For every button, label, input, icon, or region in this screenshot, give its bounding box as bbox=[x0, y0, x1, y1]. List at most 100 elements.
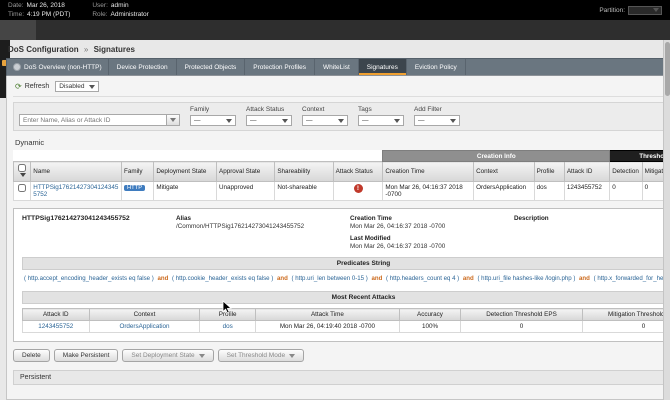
attack-id-link[interactable]: 1243455752 bbox=[38, 323, 73, 330]
add-filter-label: Add Filter bbox=[414, 106, 460, 113]
tab-label: Device Protection bbox=[117, 64, 168, 71]
col-creation-time[interactable]: Creation Time bbox=[383, 162, 474, 182]
refresh-mode-select[interactable]: Disabled bbox=[55, 81, 99, 92]
refresh-button[interactable]: ⟳ Refresh bbox=[15, 82, 49, 91]
role-value: Administrator bbox=[111, 11, 149, 18]
predicate-expression: ( http.uri_len between 0-15 ) bbox=[292, 275, 368, 282]
breadcrumb-root[interactable]: DoS Configuration bbox=[8, 45, 79, 54]
signature-name-link[interactable]: HTTPSig176214273041243455752 bbox=[33, 184, 118, 198]
vertical-scrollbar[interactable] bbox=[663, 40, 670, 400]
attack-profile-link[interactable]: dos bbox=[223, 323, 233, 330]
tab-device-protection[interactable]: Device Protection bbox=[109, 59, 177, 75]
atk-col-detection-eps[interactable]: Detection Threshold EPS bbox=[461, 309, 583, 321]
profile-cell: dos bbox=[534, 182, 564, 201]
tab-whitelist[interactable]: WhiteList bbox=[315, 59, 359, 75]
col-context[interactable]: Context bbox=[474, 162, 534, 182]
tab-signatures[interactable]: Signatures bbox=[359, 59, 407, 75]
atk-col-accuracy[interactable]: Accuracy bbox=[400, 309, 461, 321]
col-profile[interactable]: Profile bbox=[534, 162, 564, 182]
attack-status-select[interactable]: — bbox=[246, 115, 292, 126]
atk-col-profile[interactable]: Profile bbox=[200, 309, 255, 321]
delete-button[interactable]: Delete bbox=[13, 349, 50, 362]
set-deployment-state-button[interactable]: Set Deployment State bbox=[122, 349, 213, 362]
signature-row[interactable]: HTTPSig176214273041243455752 HTTP Mitiga… bbox=[14, 182, 670, 201]
col-name[interactable]: Name bbox=[31, 162, 122, 182]
tab-label: Protected Objects bbox=[185, 64, 237, 71]
atk-profile-cell: dos bbox=[200, 321, 255, 333]
date-label: Date: bbox=[8, 2, 24, 9]
tab-dos-overview[interactable]: DoS Overview (non-HTTP) bbox=[7, 59, 109, 75]
filter-funnel-button[interactable] bbox=[167, 114, 180, 126]
predicate-expression: ( http.uri_file hashes-like /login.php ) bbox=[477, 275, 575, 282]
col-attack-status[interactable]: Attack Status bbox=[333, 162, 383, 182]
col-approval-state[interactable]: Approval State bbox=[217, 162, 275, 182]
tags-select[interactable]: — bbox=[358, 115, 404, 126]
attack-row[interactable]: 1243455752 OrdersApplication dos Mon Mar… bbox=[23, 321, 670, 333]
filter-bar: Family — Attack Status — Context — Tags … bbox=[13, 102, 670, 131]
partition-select[interactable] bbox=[628, 6, 662, 15]
predicate-expression: ( http.accept_encoding_header_exists eq … bbox=[24, 275, 154, 282]
funnel-icon bbox=[170, 118, 176, 122]
filter-tags-label: Tags bbox=[358, 106, 404, 113]
sort-desc-icon[interactable] bbox=[20, 173, 26, 177]
chevron-down-icon bbox=[394, 119, 400, 123]
creation-time-label: Creation Time bbox=[350, 215, 510, 222]
make-persistent-button[interactable]: Make Persistent bbox=[54, 349, 119, 362]
dynamic-section-title: Dynamic bbox=[15, 138, 670, 147]
atk-col-mitigation-eps[interactable]: Mitigation Threshold EPS bbox=[582, 309, 670, 321]
atk-col-attack-id[interactable]: Attack ID bbox=[23, 309, 90, 321]
scrollbar-thumb[interactable] bbox=[665, 42, 670, 96]
chevron-down-icon bbox=[226, 119, 232, 123]
tab-protection-profiles[interactable]: Protection Profiles bbox=[245, 59, 315, 75]
col-family[interactable]: Family bbox=[121, 162, 153, 182]
attack-id-cell: 1243455752 bbox=[564, 182, 609, 201]
http-family-badge: HTTP bbox=[124, 185, 145, 191]
family-select[interactable]: — bbox=[190, 115, 236, 126]
partition-selector[interactable]: Partition: bbox=[599, 6, 662, 15]
filter-context: Context — bbox=[302, 106, 348, 126]
set-threshold-mode-label: Set Threshold Mode bbox=[227, 352, 285, 359]
atk-col-context[interactable]: Context bbox=[89, 309, 200, 321]
tab-protected-objects[interactable]: Protected Objects bbox=[177, 59, 246, 75]
tab-label: Protection Profiles bbox=[253, 64, 306, 71]
user-label: User: bbox=[92, 2, 108, 9]
atk-mitigation-eps-cell: 0 bbox=[582, 321, 670, 333]
date-value: Mar 26, 2018 bbox=[27, 2, 65, 9]
col-shareability[interactable]: Shareability bbox=[275, 162, 333, 182]
description-label: Description bbox=[514, 215, 670, 222]
add-filter-select[interactable]: — bbox=[414, 115, 460, 126]
tags-select-value: — bbox=[362, 117, 369, 124]
col-deployment-state[interactable]: Deployment State bbox=[154, 162, 217, 182]
context-select[interactable]: — bbox=[302, 115, 348, 126]
user-info: User:admin Role:Administrator bbox=[92, 1, 148, 19]
tab-eviction-policy[interactable]: Eviction Policy bbox=[407, 59, 466, 75]
datetime-info: Date:Mar 26, 2018 Time:4:19 PM (PDT) bbox=[8, 1, 70, 19]
deployment-state-cell: Mitigate bbox=[154, 182, 217, 201]
dos-overview-icon bbox=[13, 63, 21, 71]
context-select-value: — bbox=[306, 117, 313, 124]
col-attack-id[interactable]: Attack ID bbox=[564, 162, 609, 182]
signature-detail-panel: HTTPSig176214273041243455752 Alias /Comm… bbox=[13, 208, 670, 342]
search-input[interactable] bbox=[19, 114, 167, 126]
attack-status-cell: ! bbox=[333, 182, 383, 201]
tab-label: WhiteList bbox=[323, 64, 350, 71]
detail-description: Description bbox=[514, 215, 670, 251]
row-select-cell bbox=[14, 182, 31, 201]
tab-label: DoS Overview (non-HTTP) bbox=[24, 64, 102, 71]
tab-bar: DoS Overview (non-HTTP) Device Protectio… bbox=[6, 58, 670, 76]
breadcrumb-current: Signatures bbox=[94, 45, 135, 54]
select-all-checkbox[interactable] bbox=[18, 164, 26, 172]
attack-context-link[interactable]: OrdersApplication bbox=[119, 323, 169, 330]
predicate-operator: and bbox=[371, 275, 382, 282]
chevron-down-icon bbox=[653, 8, 659, 12]
set-threshold-mode-button[interactable]: Set Threshold Mode bbox=[218, 349, 304, 362]
chevron-down-icon bbox=[289, 354, 295, 358]
search-group bbox=[19, 114, 180, 126]
col-detection[interactable]: Detection bbox=[610, 162, 642, 182]
row-checkbox[interactable] bbox=[18, 184, 26, 192]
detection-cell: 0 bbox=[610, 182, 642, 201]
signature-name-cell: HTTPSig176214273041243455752 bbox=[31, 182, 122, 201]
recent-attacks-table: Attack ID Context Profile Attack Time Ac… bbox=[22, 308, 670, 333]
main-content: DoS Configuration » Signatures DoS Overv… bbox=[0, 40, 670, 400]
atk-col-attack-time[interactable]: Attack Time bbox=[255, 309, 399, 321]
